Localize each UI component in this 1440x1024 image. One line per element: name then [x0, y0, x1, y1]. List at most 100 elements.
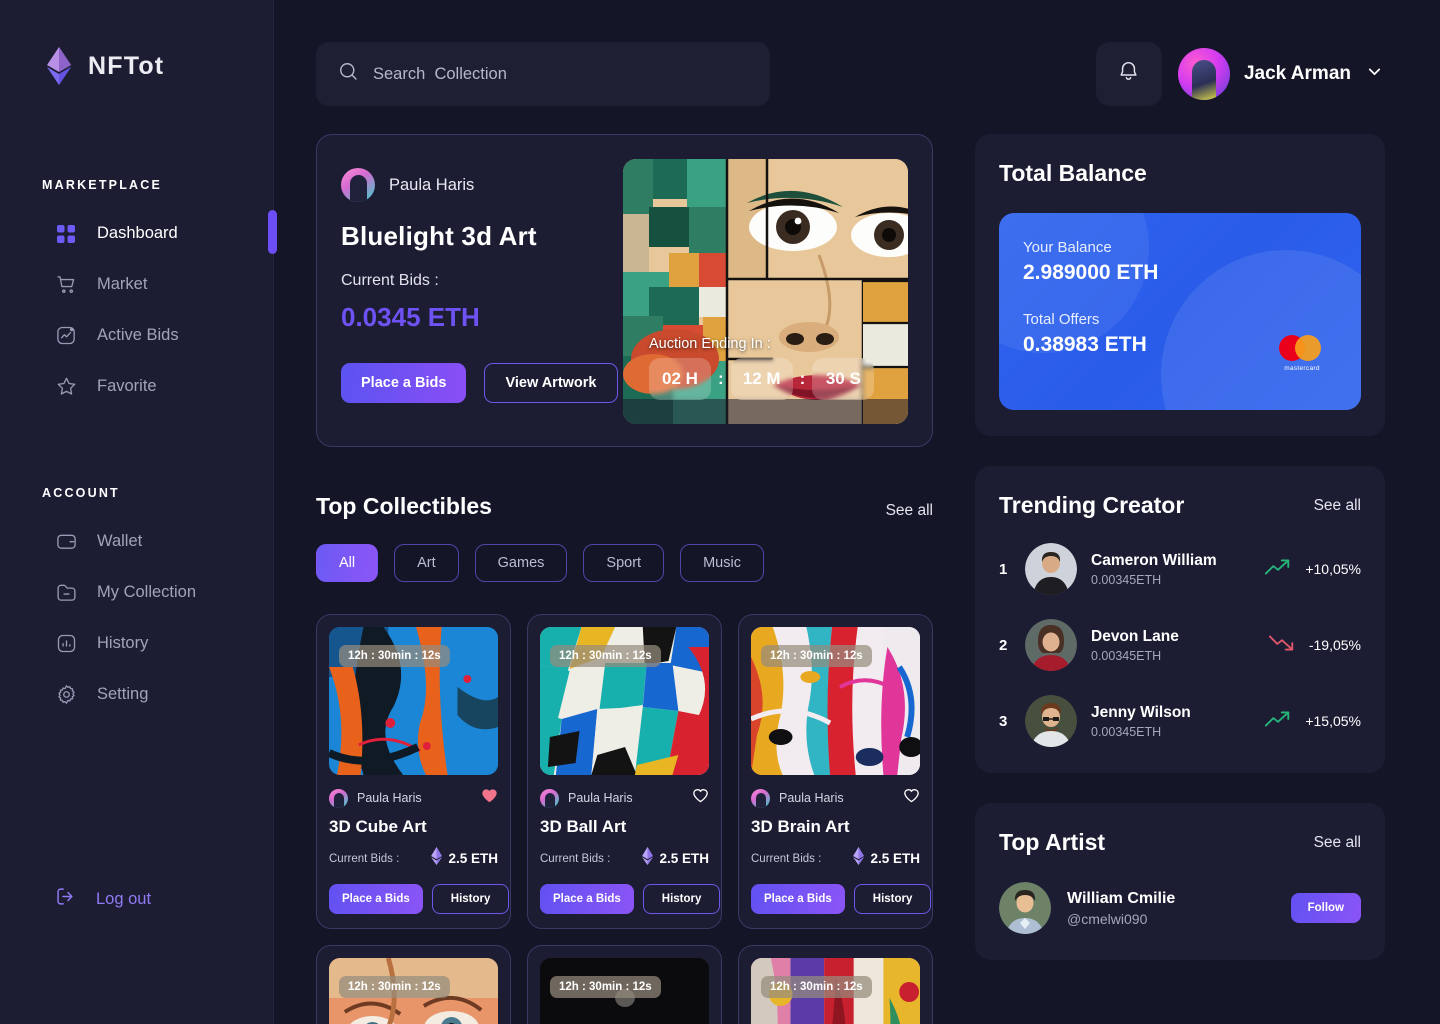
trending-creator-row[interactable]: 3 Jenny Wilson 0.00345ETH +15,05%: [999, 695, 1361, 747]
nft-price-wrap: 2.5 ETH: [430, 847, 498, 870]
nft-artwork: 12h : 30min : 12s: [751, 958, 920, 1024]
nft-card[interactable]: 12h : 30min : 12s: [738, 945, 933, 1024]
search-bar[interactable]: [316, 42, 770, 106]
featured-creator[interactable]: Paula Haris: [341, 168, 626, 202]
filter-chip-sport[interactable]: Sport: [583, 544, 665, 582]
creator-percent: +10,05%: [1305, 561, 1361, 577]
brand-logo[interactable]: NFTot: [0, 0, 273, 86]
user-menu[interactable]: Jack Arman: [1177, 48, 1384, 100]
follow-button[interactable]: Follow: [1290, 893, 1361, 923]
favorite-heart-icon[interactable]: [903, 787, 920, 809]
filter-chip-art[interactable]: Art: [394, 544, 459, 582]
app-root: NFTot MARKETPLACE Dashboard Market Activ…: [0, 0, 1440, 1024]
logout-button[interactable]: Log out: [55, 886, 151, 912]
sidebar-item-label: Setting: [97, 685, 149, 703]
collectibles-header: Top Collectibles See all: [316, 493, 933, 520]
nft-artwork: 12h : 30min : 12s: [540, 627, 709, 775]
sidebar-item-market[interactable]: Market: [0, 259, 273, 310]
favorite-heart-icon[interactable]: [692, 787, 709, 809]
featured-auction-card: Paula Haris Bluelight 3d Art Current Bid…: [316, 134, 933, 447]
nft-card[interactable]: 12h : 30min : 12s Paula Haris 3D Cube Ar…: [316, 614, 511, 929]
history-button[interactable]: History: [853, 884, 932, 914]
collectibles-filters: All Art Games Sport Music: [316, 544, 933, 582]
creator-rank: 2: [999, 636, 1008, 654]
right-column: Total Balance Your Balance 2.989000 ETH …: [975, 134, 1385, 1024]
bell-icon: [1117, 60, 1140, 89]
nft-card[interactable]: 12h : 30min : 12s: [316, 945, 511, 1024]
nav-group-account: ACCOUNT Wallet My Collection History Set…: [0, 486, 273, 720]
sidebar-item-favorite[interactable]: Favorite: [0, 361, 273, 412]
filter-chip-games[interactable]: Games: [474, 544, 568, 582]
top-artist-row[interactable]: William Cmilie @cmelwi090 Follow: [999, 882, 1361, 934]
sidebar-item-history[interactable]: History: [0, 618, 273, 669]
creator-trend: -19,05%: [1268, 633, 1361, 658]
creator-eth: 0.00345ETH: [1091, 572, 1162, 587]
favorite-heart-icon[interactable]: [481, 787, 498, 809]
nft-title: 3D Ball Art: [540, 817, 627, 836]
featured-title: Bluelight 3d Art: [341, 221, 537, 251]
your-balance-label: Your Balance: [1023, 239, 1112, 256]
creator-rank: 3: [999, 712, 1008, 730]
search-input[interactable]: [373, 64, 748, 84]
logout-icon: [55, 886, 76, 912]
nft-card[interactable]: 12h : 30min : 12s Paula Haris 3D Brain A…: [738, 614, 933, 929]
chart-square-icon: [55, 325, 77, 347]
place-a-bids-button[interactable]: Place a Bids: [341, 363, 467, 403]
nft-artwork: 12h : 30min : 12s: [540, 958, 709, 1024]
creator-eth: 0.00345ETH: [1091, 724, 1162, 739]
sidebar-item-my-collection[interactable]: My Collection: [0, 567, 273, 618]
ethereum-icon: [430, 847, 443, 870]
notification-button[interactable]: [1095, 42, 1162, 106]
place-a-bids-button[interactable]: Place a Bids: [540, 884, 634, 914]
sidebar-item-dashboard[interactable]: Dashboard: [0, 208, 273, 259]
nft-creator-row: Paula Haris: [751, 787, 920, 809]
nft-card[interactable]: 12h : 30min : 12s: [527, 945, 722, 1024]
panel-title: Top Artist: [999, 829, 1106, 855]
sidebar-item-active-bids[interactable]: Active Bids: [0, 310, 273, 361]
nft-timer-badge: 12h : 30min : 12s: [550, 976, 661, 998]
trending-creator-panel: Trending Creator See all 1 Cameron Willi…: [975, 466, 1385, 773]
see-all-top-artist[interactable]: See all: [1314, 834, 1361, 852]
logout-label: Log out: [96, 889, 152, 908]
place-a-bids-button[interactable]: Place a Bids: [751, 884, 845, 914]
creator-percent: +15,05%: [1305, 713, 1361, 729]
total-offers-label: Total Offers: [1023, 311, 1100, 328]
sidebar-item-setting[interactable]: Setting: [0, 669, 273, 720]
folder-minus-icon: [55, 582, 77, 604]
nft-bids-label: Current Bids :: [751, 852, 822, 865]
nav-group-marketplace: MARKETPLACE Dashboard Market Active Bids…: [0, 178, 273, 412]
see-all-trending[interactable]: See all: [1314, 497, 1361, 515]
nft-price: 2.5 ETH: [448, 851, 498, 866]
history-button[interactable]: History: [642, 884, 721, 914]
see-all-collectibles[interactable]: See all: [886, 502, 933, 520]
sidebar-item-label: Market: [97, 275, 148, 293]
featured-creator-name: Paula Haris: [389, 175, 475, 194]
mastercard-icon: mastercard: [1273, 335, 1331, 372]
nft-timer-badge: 12h : 30min : 12s: [761, 976, 872, 998]
trending-creator-row[interactable]: 2 Devon Lane 0.00345ETH -19,05%: [999, 619, 1361, 671]
view-artwork-button[interactable]: View Artwork: [484, 363, 618, 403]
creator-name: Cameron William: [1091, 551, 1217, 569]
nft-timer-badge: 12h : 30min : 12s: [339, 645, 450, 667]
section-title: Top Collectibles: [316, 493, 492, 519]
sidebar-item-label: History: [97, 634, 149, 652]
history-button[interactable]: History: [431, 884, 510, 914]
nft-title: 3D Cube Art: [329, 817, 427, 836]
trending-creator-row[interactable]: 1 Cameron William 0.00345ETH +10,05%: [999, 543, 1361, 595]
featured-artwork[interactable]: Auction Ending In : 02 H : 12 M : 30 S: [623, 159, 908, 424]
sidebar-item-wallet[interactable]: Wallet: [0, 516, 273, 567]
auction-timer: Auction Ending In : 02 H : 12 M : 30 S: [649, 336, 890, 400]
nft-price: 2.5 ETH: [870, 851, 920, 866]
timer-separator: :: [718, 369, 724, 388]
filter-chip-music[interactable]: Music: [680, 544, 764, 582]
bar-chart-icon: [55, 633, 77, 655]
avatar: [1025, 619, 1077, 671]
place-a-bids-button[interactable]: Place a Bids: [329, 884, 423, 914]
nft-card[interactable]: 12h : 30min : 12s Paula Haris 3D Ball Ar…: [527, 614, 722, 929]
balance-header: Total Balance: [999, 160, 1361, 187]
balance-card[interactable]: Your Balance 2.989000 ETH Total Offers 0…: [999, 213, 1361, 410]
artist-handle: @cmelwi090: [1067, 910, 1148, 927]
filter-chip-all[interactable]: All: [316, 544, 379, 582]
collectibles-grid: 12h : 30min : 12s Paula Haris 3D Cube Ar…: [316, 614, 933, 1024]
main-content: Jack Arman Paula Haris Bluelight 3d: [274, 0, 1440, 1024]
